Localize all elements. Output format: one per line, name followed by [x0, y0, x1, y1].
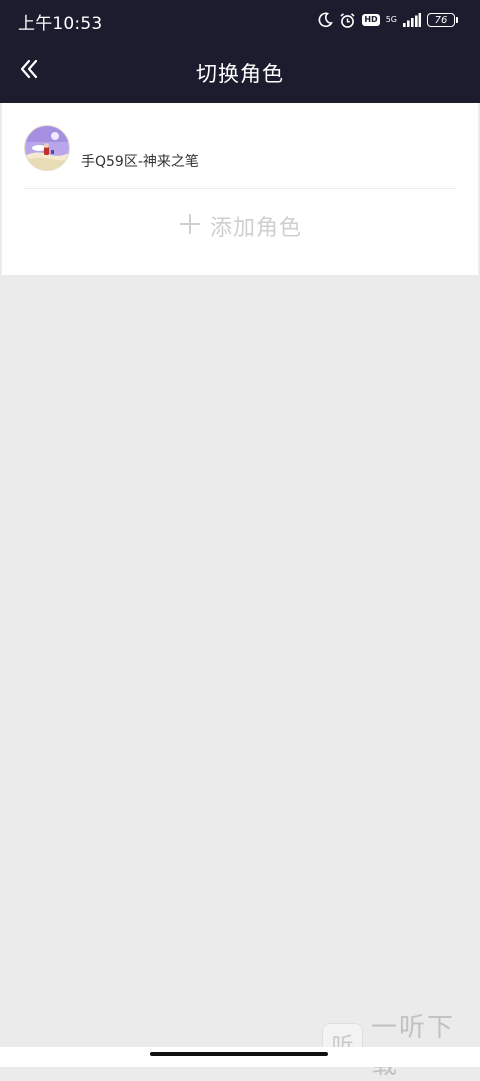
home-indicator[interactable]: [150, 1052, 328, 1056]
battery-tip: [456, 17, 458, 23]
gesture-bar: [0, 1047, 480, 1067]
battery-icon: 76: [427, 13, 455, 27]
role-list-card: 手Q59区-神来之笔 添加角色: [2, 103, 478, 275]
status-bar: 上午10:53 HD 5G 76: [0, 0, 480, 40]
avatar: [24, 125, 70, 171]
hd-icon: HD: [362, 14, 380, 26]
status-icons: HD 5G 76: [317, 10, 458, 30]
role-item[interactable]: 手Q59区-神来之笔: [2, 103, 478, 189]
plus-icon: [178, 212, 202, 240]
moon-icon: [317, 12, 334, 28]
alarm-icon: [339, 12, 356, 29]
header: 切换角色: [0, 40, 480, 103]
role-name: 手Q59区-神来之笔: [81, 154, 199, 170]
add-role-label: 添加角色: [209, 216, 302, 241]
add-role-content: 添加角色: [178, 210, 302, 242]
page-title: 切换角色: [196, 62, 284, 86]
add-role-button[interactable]: 添加角色: [2, 189, 478, 275]
signal-icon: [403, 13, 421, 27]
status-time: 上午10:53: [18, 14, 103, 34]
watermark-text: 一听下载: [370, 1013, 455, 1080]
network-label: 5G: [386, 16, 397, 24]
network-type: 5G: [385, 15, 397, 24]
